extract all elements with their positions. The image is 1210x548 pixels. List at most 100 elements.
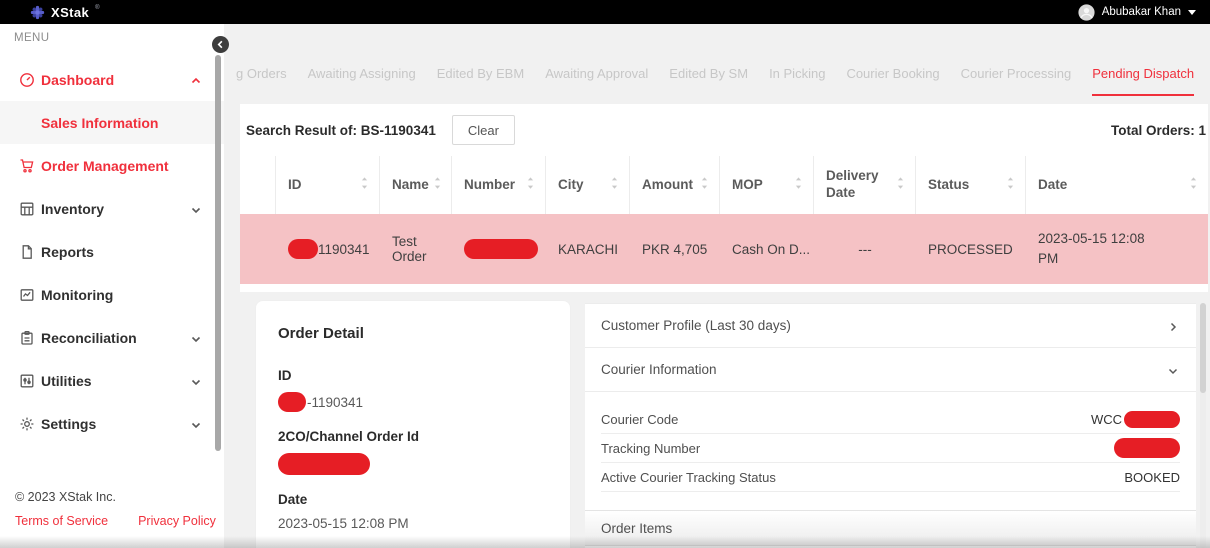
courier-info-details: Courier Code WCC Tracking Number Active … <box>585 392 1196 492</box>
privacy-policy-link[interactable]: Privacy Policy <box>138 514 216 528</box>
avatar <box>1078 4 1095 21</box>
sidebar-item-order-management[interactable]: Order Management <box>0 144 224 187</box>
header-cell-amount: Amount <box>630 156 720 214</box>
tab-in-picking[interactable]: In Picking <box>769 50 825 96</box>
sidebar-scrollbar[interactable] <box>215 55 221 451</box>
id-value: -1190341 <box>278 392 548 412</box>
brand-name: XStak <box>51 5 89 20</box>
date-label: Date <box>278 492 548 507</box>
sort-icon[interactable] <box>700 176 709 195</box>
order-items-section[interactable]: Order Items <box>585 510 1196 546</box>
cell-number <box>452 214 546 284</box>
tab-orders-clipped[interactable]: g Orders <box>236 50 287 96</box>
chevron-down-icon <box>190 375 202 387</box>
tracking-status-row: Active Courier Tracking Status BOOKED <box>601 463 1180 492</box>
redaction-bar <box>278 453 370 475</box>
monitor-icon <box>19 287 35 303</box>
id-label: ID <box>278 368 548 383</box>
sidebar: MENU Dashboard Sales Information Order M… <box>0 24 224 548</box>
dashboard-icon <box>19 72 35 88</box>
header-cell-name: Name <box>380 156 452 214</box>
sort-icon[interactable] <box>526 176 535 195</box>
cell-id: 1190341 <box>276 214 380 284</box>
cart-icon <box>19 158 35 174</box>
sidebar-item-monitoring[interactable]: Monitoring <box>0 273 224 316</box>
tab-awaiting-assigning[interactable]: Awaiting Assigning <box>308 50 416 96</box>
cell-delivery-date: --- <box>814 214 916 284</box>
header-cell-lead <box>240 156 276 214</box>
sort-icon[interactable] <box>794 176 803 195</box>
sidebar-item-utilities[interactable]: Utilities <box>0 359 224 402</box>
terms-of-service-link[interactable]: Terms of Service <box>15 514 108 528</box>
brand-logo: XStak ® <box>30 5 100 20</box>
sidebar-item-reports[interactable]: Reports <box>0 230 224 273</box>
channel-order-id-label: 2CO/Channel Order Id <box>278 429 548 444</box>
header-cell-number: Number <box>452 156 546 214</box>
redaction-bar <box>464 239 538 259</box>
order-info-panel: Customer Profile (Last 30 days) Courier … <box>585 303 1196 548</box>
sort-icon[interactable] <box>433 176 442 195</box>
chevron-down-icon <box>190 418 202 430</box>
user-name: Abubakar Khan <box>1102 6 1181 18</box>
cell-mop: Cash On D... <box>720 214 814 284</box>
clear-search-button[interactable]: Clear <box>452 115 515 145</box>
header-cell-date: Date <box>1026 156 1208 214</box>
order-detail-card: Order Detail ID -1190341 2CO/Channel Ord… <box>255 300 571 548</box>
channel-order-id-value <box>278 453 548 475</box>
user-menu[interactable]: Abubakar Khan <box>1078 4 1196 21</box>
chevron-up-icon <box>190 74 202 86</box>
sidebar-item-reconciliation[interactable]: Reconciliation <box>0 316 224 359</box>
sidebar-footer: © 2023 XStak Inc. Terms of Service Priva… <box>0 470 224 548</box>
inventory-icon <box>19 201 35 217</box>
customer-profile-section[interactable]: Customer Profile (Last 30 days) <box>585 303 1196 348</box>
chevron-right-icon <box>1167 320 1179 332</box>
sidebar-nav: Dashboard Sales Information Order Manage… <box>0 58 224 445</box>
sidebar-item-inventory[interactable]: Inventory <box>0 187 224 230</box>
tab-awaiting-approval[interactable]: Awaiting Approval <box>545 50 648 96</box>
cell-date: 2023-05-15 12:08 PM <box>1026 214 1208 284</box>
cell-city: KARACHI <box>546 214 630 284</box>
tracking-number-row: Tracking Number <box>601 434 1180 463</box>
orders-table-card: Search Result of: BS-1190341 Clear Total… <box>240 104 1208 292</box>
header-cell-id: ID <box>276 156 380 214</box>
courier-information-section[interactable]: Courier Information <box>585 348 1196 392</box>
order-table-row[interactable]: 1190341 Test Order KARACHI PKR 4,705 Cas… <box>240 214 1208 284</box>
header-cell-mop: MOP <box>720 156 814 214</box>
redaction-bar <box>1114 438 1180 458</box>
chevron-down-icon <box>190 332 202 344</box>
sidebar-collapse-button[interactable] <box>212 36 229 53</box>
tab-pending-dispatch[interactable]: Pending Dispatch <box>1092 50 1194 96</box>
tab-edited-by-sm[interactable]: Edited By SM <box>669 50 748 96</box>
redaction-bar <box>1124 411 1180 428</box>
courier-code-row: Courier Code WCC <box>601 405 1180 434</box>
gear-icon <box>19 416 35 432</box>
chevron-down-icon <box>190 203 202 215</box>
sort-icon[interactable] <box>1189 176 1198 195</box>
tab-courier-booking[interactable]: Courier Booking <box>846 50 939 96</box>
order-status-tabs: g Orders Awaiting Assigning Edited By EB… <box>236 50 1202 96</box>
tab-edited-by-ebm[interactable]: Edited By EBM <box>437 50 524 96</box>
tab-courier-processing[interactable]: Courier Processing <box>961 50 1072 96</box>
redaction-bar <box>278 392 306 412</box>
search-result-bar: Search Result of: BS-1190341 Clear Total… <box>246 114 1206 146</box>
app-window: XStak ® Abubakar Khan MENU Dashboard <box>0 0 1210 548</box>
sidebar-item-sales-information[interactable]: Sales Information <box>0 101 224 144</box>
sidebar-item-dashboard[interactable]: Dashboard <box>0 58 224 101</box>
clipboard-icon <box>19 330 35 346</box>
copyright-text: © 2023 XStak Inc. <box>15 490 224 504</box>
sidebar-item-settings[interactable]: Settings <box>0 402 224 445</box>
cell-amount: PKR 4,705 <box>630 214 720 284</box>
brand-trademark: ® <box>95 5 99 11</box>
panel-scrollbar[interactable] <box>1200 303 1206 548</box>
redaction-bar <box>288 239 318 259</box>
date-value: 2023-05-15 12:08 PM <box>278 516 548 531</box>
sort-icon[interactable] <box>1006 176 1015 195</box>
chevron-left-icon <box>216 40 225 49</box>
table-header-row: ID Name Number City Amount MOP Delivery … <box>240 156 1208 214</box>
sort-icon[interactable] <box>610 176 619 195</box>
sliders-icon <box>19 373 35 389</box>
sort-icon[interactable] <box>896 176 905 195</box>
xstak-logo-icon <box>30 5 45 20</box>
sort-icon[interactable] <box>360 176 369 195</box>
header-cell-status: Status <box>916 156 1026 214</box>
